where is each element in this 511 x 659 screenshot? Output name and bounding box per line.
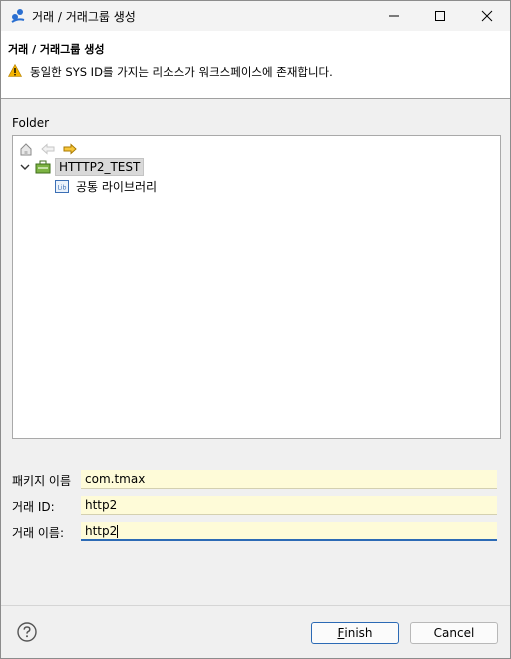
maximize-icon: [435, 11, 445, 21]
app-logo-icon: [11, 9, 25, 23]
close-button[interactable]: [464, 1, 510, 31]
folder-tree[interactable]: HTTTP2_TEST Lib 공통 라이브러리: [12, 135, 501, 439]
package-name-input[interactable]: com.tmax: [81, 470, 497, 489]
minimize-icon: [389, 15, 399, 17]
text-caret: [117, 525, 119, 538]
svg-text:Lib: Lib: [58, 184, 67, 191]
transaction-id-label: 거래 ID:: [12, 500, 55, 514]
finish-mnemonic: F: [337, 626, 345, 640]
warning-icon: [8, 64, 22, 77]
back-arrow-icon[interactable]: [41, 142, 55, 156]
tree-item-library[interactable]: Lib 공통 라이브러리: [55, 177, 157, 195]
window-title: 거래 / 거래그룹 생성: [32, 10, 136, 24]
button-bar-divider: [1, 605, 510, 606]
tree-item-library-label: 공통 라이브러리: [76, 179, 158, 194]
chevron-down-icon[interactable]: [19, 161, 31, 173]
warning-message: 동일한 SYS ID를 가지는 리소스가 워크스페이스에 존재합니다.: [30, 65, 333, 79]
finish-label: inish: [344, 626, 373, 640]
library-icon: Lib: [55, 179, 69, 193]
cancel-button[interactable]: Cancel: [410, 622, 498, 644]
help-icon[interactable]: [17, 622, 37, 642]
close-icon: [481, 10, 493, 22]
tree-item-root[interactable]: HTTTP2_TEST: [19, 158, 145, 176]
home-icon[interactable]: [19, 142, 33, 156]
tree-item-root-label: HTTTP2_TEST: [55, 158, 145, 176]
transaction-name-input[interactable]: http2: [81, 522, 497, 541]
minimize-button[interactable]: [371, 1, 417, 31]
header-banner: 거래 / 거래그룹 생성 동일한 SYS ID를 가지는 리소스가 워크스페이스…: [1, 31, 510, 99]
package-name-label: 패키지 이름: [12, 474, 72, 488]
folder-label: Folder: [12, 116, 50, 130]
maximize-button[interactable]: [417, 1, 463, 31]
dialog-window: 거래 / 거래그룹 생성 거래 / 거래그룹 생성 동일한 SYS ID를 가지…: [0, 0, 511, 659]
transaction-name-value: http2: [85, 524, 118, 538]
transaction-name-label: 거래 이름:: [12, 526, 65, 540]
forward-arrow-icon[interactable]: [63, 142, 77, 156]
dialog-heading: 거래 / 거래그룹 생성: [8, 43, 105, 56]
finish-button[interactable]: Finish: [311, 622, 399, 644]
title-bar: 거래 / 거래그룹 생성: [1, 1, 510, 31]
transaction-id-input[interactable]: http2: [81, 496, 497, 515]
project-icon: [35, 160, 51, 174]
